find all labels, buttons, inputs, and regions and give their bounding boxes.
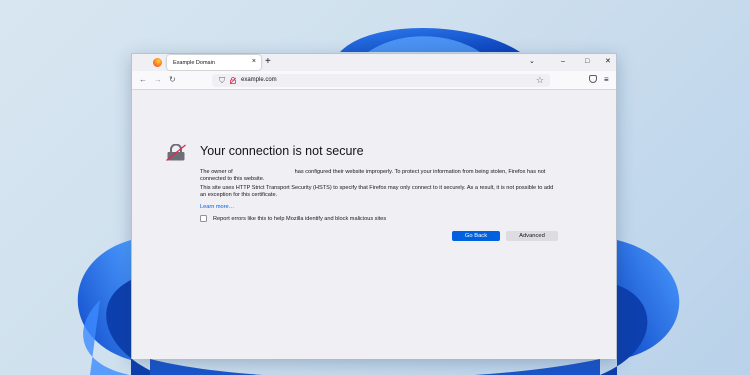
firefox-window: Example Domain × + ⌄ – □ ✕ ← → ↻ ⛉ examp… [131,53,617,359]
reload-icon[interactable]: ↻ [169,74,176,86]
error-title: Your connection is not secure [200,144,364,158]
tab-example-domain[interactable]: Example Domain × [167,55,261,70]
back-arrow-icon[interactable]: ← [139,74,147,86]
close-icon[interactable]: × [252,57,256,67]
report-errors-row[interactable]: Report errors like this to help Mozilla … [200,215,386,222]
go-back-button[interactable]: Go Back [452,231,500,241]
chevron-down-icon[interactable]: ⌄ [529,55,535,69]
learn-more-link[interactable]: Learn more… [200,204,234,210]
hamburger-menu-icon[interactable]: ≡ [604,74,609,86]
error-description-paragraph: The owner of has configured their website… [200,169,558,184]
broken-lock-icon [166,144,186,161]
paragraph1-prefix: The owner of [200,169,233,175]
error-page: Your connection is not secure The owner … [132,91,616,359]
plus-icon[interactable]: + [265,56,271,68]
star-icon[interactable]: ☆ [536,74,544,87]
forward-arrow-icon[interactable]: → [154,74,162,86]
minimize-icon[interactable]: – [561,55,565,69]
url-bar[interactable]: ⛉ example.com ☆ [212,74,550,87]
url-text[interactable]: example.com [241,76,277,85]
window-close-icon[interactable]: ✕ [605,55,611,69]
report-errors-label[interactable]: Report errors like this to help Mozilla … [213,216,386,222]
report-errors-checkbox[interactable] [200,215,207,222]
navigation-toolbar: ← → ↻ ⛉ example.com ☆ ≡ [132,71,616,90]
tab-title: Example Domain [173,59,215,66]
firefox-logo-icon[interactable] [153,58,162,67]
tab-bar: Example Domain × + ⌄ – □ ✕ [132,54,616,71]
maximize-icon[interactable]: □ [585,55,589,69]
pocket-icon[interactable] [589,75,597,83]
insecure-lock-icon[interactable] [230,77,236,84]
hsts-paragraph: This site uses HTTP Strict Transport Sec… [200,185,554,199]
shield-icon[interactable]: ⛉ [219,75,225,86]
paragraph1-suffix: has configured their website improperly.… [200,169,546,183]
advanced-button[interactable]: Advanced [506,231,558,241]
